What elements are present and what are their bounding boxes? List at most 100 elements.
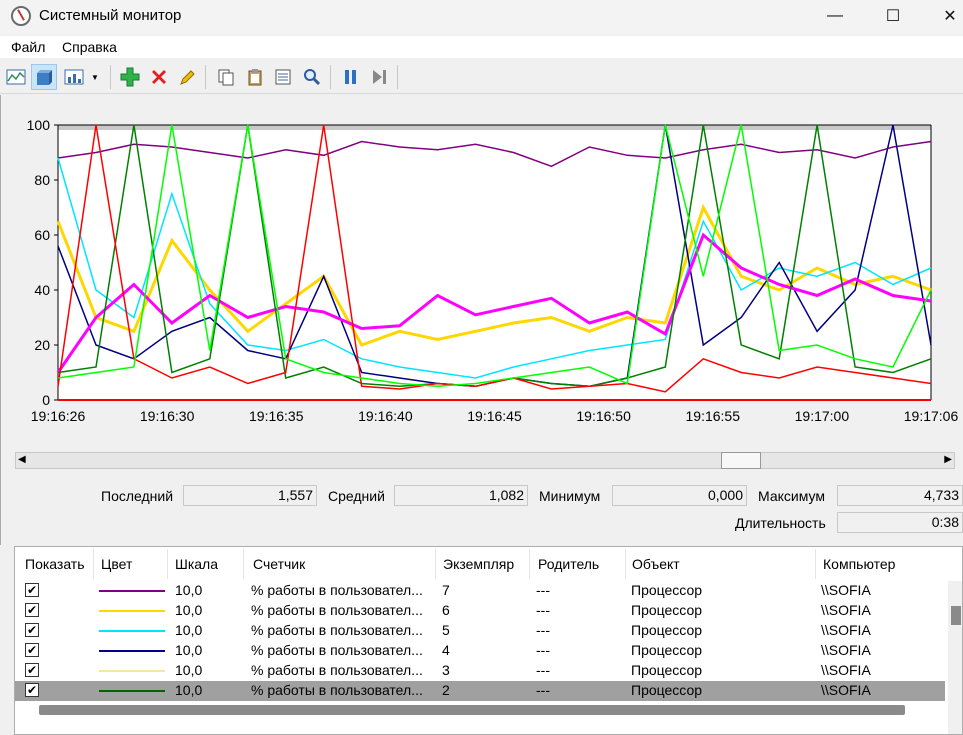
last-label: Последний [101, 488, 174, 504]
average-label: Средний [328, 488, 385, 504]
highlight-icon[interactable] [174, 64, 200, 90]
x-tick-label: 19:16:45 [467, 408, 522, 424]
properties-icon[interactable] [270, 64, 296, 90]
object-cell: Процессор [631, 622, 703, 638]
menu-file[interactable]: Файл [11, 39, 45, 55]
table-row[interactable]: ✔ 10,0 % работы в пользовател... 7 --- Процес… [15, 581, 945, 601]
column-object[interactable]: Объект [632, 556, 680, 572]
minimum-value: 0,000 [612, 485, 747, 506]
show-checkbox[interactable]: ✔ [25, 683, 39, 697]
color-swatch [99, 670, 165, 672]
copy-properties-icon[interactable] [213, 64, 239, 90]
table-row[interactable]: ✔ 10,0 % работы в пользовател... 4 --- Процес… [15, 641, 945, 661]
x-tick-label: 19:17:06 [904, 408, 959, 424]
system-monitor-icon [11, 6, 31, 26]
column-color[interactable]: Цвет [101, 556, 132, 572]
counter-cell: % работы в пользовател... [251, 662, 423, 678]
computer-cell: \\SOFIA [821, 602, 871, 618]
y-tick-label: 60 [34, 227, 50, 243]
column-scale[interactable]: Шкала [175, 556, 218, 572]
scale-cell: 10,0 [175, 682, 203, 698]
scroll-thumb[interactable] [721, 452, 761, 469]
show-checkbox[interactable]: ✔ [25, 663, 39, 677]
counter-list: Показать Цвет Шкала Счетчик Экземпляр Ро… [14, 546, 963, 735]
title-bar: Системный монитор — ☐ ✕ [0, 0, 963, 34]
instance-cell: 6 [442, 602, 450, 618]
instance-cell: 7 [442, 582, 450, 598]
add-counter-icon[interactable] [117, 64, 143, 90]
show-checkbox[interactable]: ✔ [25, 623, 39, 637]
scale-cell: 10,0 [175, 662, 203, 678]
toolbar: ▼ [0, 60, 963, 94]
counter-cell: % работы в пользовател... [251, 682, 423, 698]
table-row[interactable]: ✔ 10,0 % работы в пользовател... 2 --- Процес… [15, 681, 945, 701]
object-cell: Процессор [631, 682, 703, 698]
parent-cell: --- [536, 662, 550, 678]
window-title: Системный монитор [39, 7, 182, 24]
dropdown-icon[interactable]: ▼ [88, 64, 102, 90]
last-value: 1,557 [183, 485, 317, 506]
column-computer[interactable]: Компьютер [823, 556, 895, 572]
parent-cell: --- [536, 642, 550, 658]
minimize-button[interactable]: — [810, 0, 860, 32]
performance-chart: 0 20 40 60 80 100 19:16:26 19:16:30 19:16:35 19:1… [27, 117, 959, 424]
table-row[interactable]: ✔ 10,0 % работы в пользовател... 3 --- Процес… [15, 661, 945, 681]
color-swatch [99, 690, 165, 692]
toolbar-separator [330, 65, 331, 89]
parent-cell: --- [536, 622, 550, 638]
parent-cell: --- [536, 682, 550, 698]
show-checkbox[interactable]: ✔ [25, 643, 39, 657]
close-button[interactable]: ✕ [925, 0, 963, 32]
show-checkbox[interactable]: ✔ [25, 583, 39, 597]
zoom-icon[interactable] [299, 64, 325, 90]
counter-list-vertical-scrollbar[interactable] [948, 581, 962, 734]
computer-cell: \\SOFIA [821, 662, 871, 678]
delete-counter-icon[interactable] [146, 64, 172, 90]
table-row[interactable]: ✔ 10,0 % работы в пользовател... 6 --- Процес… [15, 601, 945, 621]
menu-bar: Файл Справка [0, 36, 963, 58]
column-show[interactable]: Показать [25, 556, 85, 572]
x-tick-label: 19:17:00 [795, 408, 850, 424]
x-tick-label: 19:16:26 [31, 408, 86, 424]
instance-cell: 4 [442, 642, 450, 658]
chart-horizontal-scrollbar[interactable]: ◀ ▶ [15, 452, 955, 469]
parent-cell: --- [536, 582, 550, 598]
view-report-icon[interactable] [61, 64, 87, 90]
menu-help[interactable]: Справка [62, 39, 117, 55]
color-swatch [99, 650, 165, 652]
chart-pane: 0 20 40 60 80 100 19:16:26 19:16:30 19:16:35 19:1… [0, 95, 963, 545]
update-data-icon[interactable] [366, 64, 392, 90]
scale-cell: 10,0 [175, 602, 203, 618]
plot-top-band [58, 125, 931, 130]
maximize-button[interactable]: ☐ [868, 0, 918, 32]
toolbar-separator [110, 65, 111, 89]
show-checkbox[interactable]: ✔ [25, 603, 39, 617]
color-swatch [99, 590, 165, 592]
column-instance[interactable]: Экземпляр [443, 556, 514, 572]
view-histogram-icon[interactable] [31, 64, 57, 90]
instance-cell: 3 [442, 662, 450, 678]
y-tick-label: 100 [27, 117, 51, 133]
parent-cell: --- [536, 602, 550, 618]
color-swatch [99, 610, 165, 612]
column-parent[interactable]: Родитель [538, 556, 599, 572]
counter-cell: % работы в пользовател... [251, 582, 423, 598]
vertical-scroll-thumb[interactable] [951, 606, 961, 625]
paste-counter-list-icon[interactable] [242, 64, 268, 90]
scroll-left-arrow-icon[interactable]: ◀ [18, 454, 26, 465]
table-row[interactable]: ✔ 10,0 % работы в пользовател... 5 --- Процес… [15, 621, 945, 641]
counter-cell: % работы в пользовател... [251, 602, 423, 618]
maximum-value: 4,733 [837, 485, 963, 506]
column-counter[interactable]: Счетчик [253, 556, 305, 572]
view-graph-icon[interactable] [3, 64, 29, 90]
freeze-display-icon[interactable] [337, 64, 363, 90]
color-swatch [99, 630, 165, 632]
average-value: 1,082 [394, 485, 528, 506]
y-tick-label: 0 [42, 392, 50, 408]
object-cell: Процессор [631, 582, 703, 598]
counter-list-horizontal-scrollbar[interactable] [39, 705, 905, 715]
y-tick-label: 20 [34, 337, 50, 353]
scale-cell: 10,0 [175, 582, 203, 598]
scroll-right-arrow-icon[interactable]: ▶ [944, 454, 952, 465]
counter-cell: % работы в пользовател... [251, 642, 423, 658]
